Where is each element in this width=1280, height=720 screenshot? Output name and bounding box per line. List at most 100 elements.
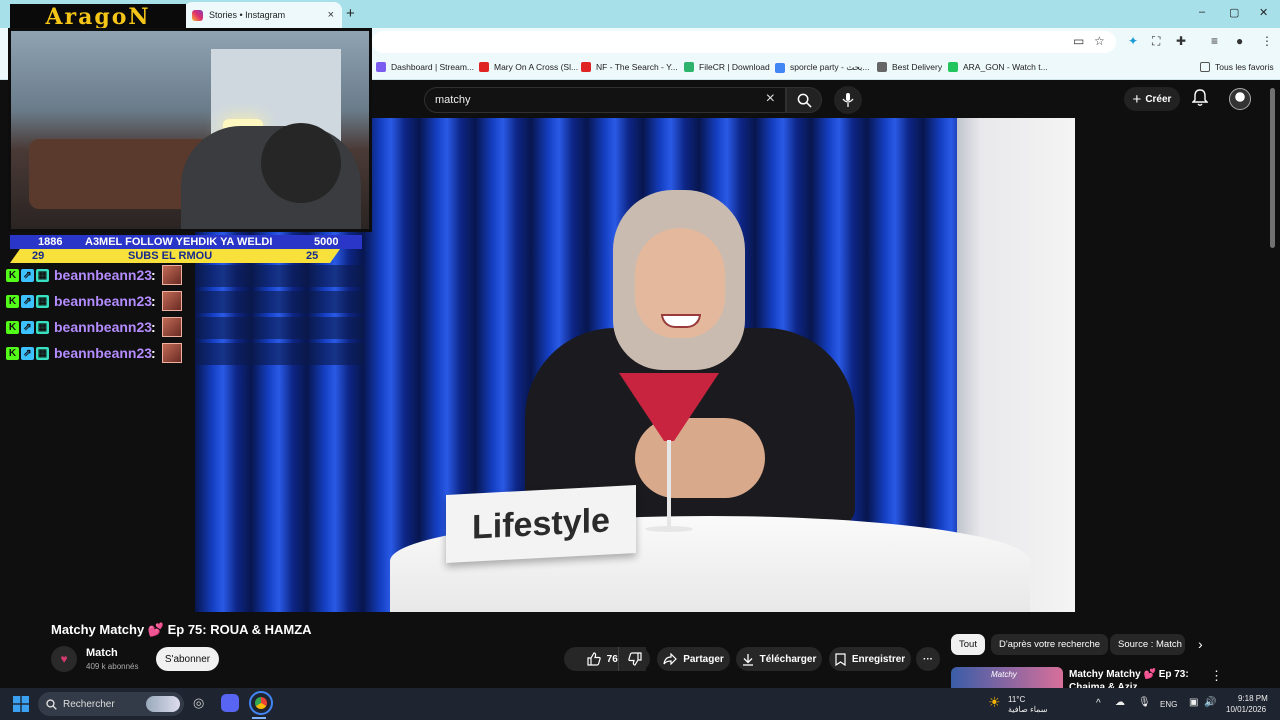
search-icon (46, 698, 57, 710)
extensions-puzzle-icon[interactable]: ✚ (1176, 34, 1186, 48)
bookmark-star-icon[interactable]: ☆ (1094, 34, 1105, 48)
bookmark-filecr[interactable]: FileCR | Download (684, 62, 770, 72)
recommended-menu-icon[interactable]: ⋮ (1210, 668, 1223, 684)
follow-goal-label: A3MEL FOLLOW YEHDIK YA WELDI (85, 236, 273, 248)
close-window-button[interactable]: ✕ (1259, 6, 1268, 19)
recommended-thumbnail[interactable]: Matchy (951, 667, 1063, 689)
sub-badge-icon: ⇗ (21, 269, 34, 282)
subs-goal-target: 25 (306, 250, 319, 262)
thumbs-down-icon (627, 652, 642, 666)
glass-base (645, 526, 693, 532)
glass-stem (667, 440, 671, 530)
emote-icon (162, 343, 182, 363)
bookmark-favicon-icon (376, 62, 386, 72)
search-button[interactable] (786, 87, 822, 113)
channel-name[interactable]: Match (86, 647, 118, 659)
volume-icon[interactable]: 🔊 (1204, 697, 1216, 708)
chat-separator: : (151, 267, 156, 283)
emote-icon (162, 317, 182, 337)
clock-date[interactable]: 10/01/2026 (1226, 705, 1266, 714)
chat-username: beannbeann23 (54, 345, 153, 361)
thumbs-up-icon (587, 652, 601, 666)
minimize-button[interactable]: – (1199, 6, 1205, 18)
save-button[interactable]: Enregistrer (829, 647, 911, 671)
clock-time[interactable]: 9:18 PM (1238, 694, 1268, 703)
more-actions-button[interactable]: ··· (916, 647, 940, 671)
openai-app-icon[interactable]: ◎ (193, 695, 204, 711)
extension-icon[interactable]: ✦ (1128, 34, 1138, 48)
tab-close-icon[interactable]: × (328, 9, 334, 21)
chrome-icon[interactable] (249, 691, 273, 715)
weather-temp: 11°C (1008, 695, 1026, 704)
voice-search-button[interactable] (834, 86, 862, 114)
all-bookmarks[interactable]: Tous les favoris (1200, 62, 1274, 72)
chip-all[interactable]: Tout (951, 634, 985, 655)
maximize-button[interactable]: ▢ (1229, 6, 1239, 19)
kick-badge-icon: K (6, 321, 19, 334)
subscribe-button[interactable]: S'abonner (156, 647, 219, 671)
google-icon (775, 62, 785, 73)
language-indicator[interactable]: ENG (1160, 700, 1177, 709)
account-avatar[interactable] (1229, 88, 1251, 110)
dislike-button[interactable] (618, 647, 650, 671)
bookmark-dashboard[interactable]: Dashboard | Stream... (376, 62, 474, 72)
weather-icon[interactable]: ☀ (988, 694, 1001, 711)
discord-icon[interactable] (221, 694, 239, 712)
clear-search-icon[interactable]: × (766, 90, 775, 108)
address-bar[interactable] (372, 31, 1116, 53)
person-hands (635, 418, 765, 498)
video-title: Matchy Matchy 💕 Ep 75: ROUA & HAMZA (51, 622, 312, 637)
tray-overflow-icon[interactable]: ^ (1096, 698, 1101, 709)
chat-username: beannbeann23 (54, 293, 153, 309)
media-control-icon[interactable]: ≡ (1211, 34, 1218, 48)
taskbar-search[interactable]: Rechercher (38, 692, 184, 716)
create-button[interactable]: + Créer (1124, 87, 1180, 111)
microphone-icon (842, 93, 854, 107)
microphone-icon[interactable]: 🎙 (1138, 697, 1151, 708)
bookmark-nf-the-search[interactable]: NF - The Search - Y... (581, 62, 678, 72)
bookmark-mary-on-a-cross[interactable]: Mary On A Cross (Sl... (479, 62, 578, 72)
kick-badge-icon: K (6, 269, 19, 282)
channel-avatar[interactable]: ♥ (51, 646, 77, 672)
tab-instagram[interactable]: Stories • Instagram × (184, 2, 342, 28)
og-badge-icon: ▦ (36, 295, 49, 308)
tab-title: Stories • Instagram (209, 10, 286, 20)
chat-message: K ⇗ ▦ beannbeann23 : (6, 291, 364, 313)
search-input[interactable]: matchy × (424, 87, 786, 113)
instagram-icon (192, 9, 203, 21)
save-bookmark-icon (835, 652, 846, 666)
chat-row-bg (196, 317, 364, 339)
bookmark-aragon[interactable]: ARA_GON - Watch t... (948, 62, 1048, 72)
download-button[interactable]: Télécharger (736, 647, 822, 671)
screen: Stories • Instagram × + – ▢ ✕ ▭ ☆ ✦ ⛶ ✚ … (0, 0, 1280, 720)
recommended-title[interactable]: Matchy Matchy 💕 Ep 73: Chaima & Aziz (1069, 668, 1189, 690)
bookmark-sporcle[interactable]: sporcle party - بحث... (775, 62, 870, 73)
subs-goal-label: SUBS EL RMOU (128, 250, 213, 262)
share-button[interactable]: Partager (657, 647, 730, 671)
chip-source-match[interactable]: Source : Match (1110, 634, 1185, 655)
search-icon (797, 93, 812, 108)
network-icon[interactable]: ▣ (1189, 697, 1198, 708)
notifications-bell-icon[interactable] (1192, 89, 1208, 107)
cast-icon[interactable]: ▭ (1073, 34, 1084, 48)
streamer-logo: AragoN (10, 4, 186, 30)
youtube-icon (479, 62, 489, 72)
windows-start-icon[interactable] (13, 696, 29, 712)
page-scrollbar[interactable] (1270, 88, 1275, 248)
screenshot-icon[interactable]: ⛶ (1152, 34, 1160, 49)
bookmark-best-delivery[interactable]: Best Delivery (877, 62, 942, 72)
plus-icon: + (1132, 90, 1142, 108)
new-tab-button[interactable]: + (346, 5, 355, 22)
search-highlight-icon (146, 696, 180, 712)
streamer-head (261, 123, 341, 203)
chat-separator: : (151, 345, 156, 361)
onedrive-icon[interactable]: ☁ (1115, 697, 1125, 708)
chat-row-bg (196, 343, 364, 365)
chip-related-search[interactable]: D'après votre recherche (991, 634, 1109, 655)
profile-icon[interactable]: ● (1236, 34, 1243, 48)
chevron-right-icon[interactable]: › (1198, 636, 1203, 652)
youtube-icon (581, 62, 591, 72)
menu-kebab-icon[interactable]: ⋮ (1261, 34, 1273, 48)
follow-goal-bar: 1886 A3MEL FOLLOW YEHDIK YA WELDI 5000 (10, 235, 362, 249)
webcam-feed (8, 28, 372, 232)
